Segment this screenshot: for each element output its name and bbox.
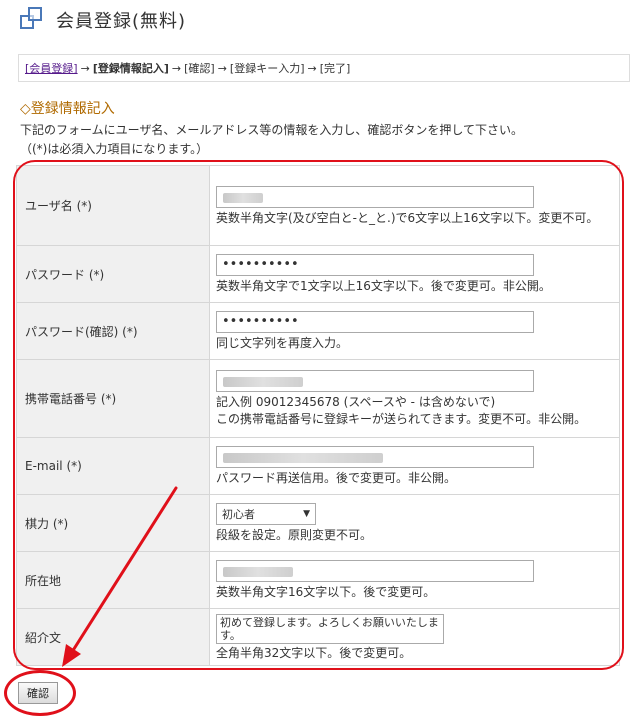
intro-textarea[interactable]: 初めて登録します。よろしくお願いいたします。 [216,613,444,644]
form-row-phone: 携帯電話番号 (*) 記入例 09012345678 (スペースや - は含めな… [16,359,620,438]
breadcrumb-register-link[interactable]: [会員登録] [25,60,78,76]
strength-label: 棋力 (*) [16,494,210,552]
section-title: ◇登録情報記入 [20,101,115,117]
strength-selected-value: 初心者 [222,507,255,521]
strength-select[interactable]: 初心者 ▼ [216,503,316,525]
form-row-strength: 棋力 (*) 初心者 ▼ 段級を設定。原則変更不可。 [16,494,620,552]
strength-help: 段級を設定。原則変更不可。 [216,528,373,542]
address-input[interactable] [216,560,534,582]
phone-label: 携帯電話番号 (*) [16,359,210,438]
breadcrumb-key-step: [登録キー入力] [229,62,305,75]
intro-help: 全角半角32文字以下。後で変更可。 [216,645,412,660]
overlapping-squares-icon [20,7,46,33]
breadcrumb: [会員登録] → [登録情報記入] → [確認] → [登録キー入力] → [完… [18,54,630,82]
phone-input[interactable] [216,370,534,392]
form-row-address: 所在地 英数半角文字16文字以下。後で変更可。 [16,551,620,609]
page-title: 会員登録(無料) [56,11,187,32]
email-label: E-mail (*) [16,437,210,495]
form-row-username: ユーザ名 (*) 英数半角文字(及び空白と-と_と.)で6文字以上16文字以下。… [16,165,620,246]
password-label: パスワード (*) [16,245,210,303]
phone-help-example: 記入例 09012345678 (スペースや - は含めないで) [216,395,496,409]
breadcrumb-arrow: → [80,61,90,75]
registration-form: ユーザ名 (*) 英数半角文字(及び空白と-と_と.)で6文字以上16文字以下。… [16,165,620,666]
breadcrumb-arrow: → [217,61,227,75]
page-header: 会員登録(無料) [20,5,186,35]
intro-text: 下記のフォームにユーザ名、メールアドレス等の情報を入力し、確認ボタンを押して下さ… [20,121,523,159]
username-label: ユーザ名 (*) [16,165,210,246]
breadcrumb-current-step: [登録情報記入] [92,62,169,75]
breadcrumb-confirm-step: [確認] [184,62,215,75]
username-input[interactable] [216,185,534,208]
address-label: 所在地 [16,551,210,609]
breadcrumb-complete-step: [完了] [319,62,351,75]
password-confirm-label: パスワード(確認) (*) [16,302,210,360]
confirm-button[interactable]: 確認 [18,682,58,704]
breadcrumb-arrow: → [171,61,182,75]
password-confirm-input[interactable]: •••••••••• [216,311,534,333]
intro-label: 紹介文 [16,608,210,666]
form-row-intro: 紹介文 初めて登録します。よろしくお願いいたします。 全角半角32文字以下。後で… [16,608,620,666]
address-help: 英数半角文字16文字以下。後で変更可。 [216,585,436,599]
email-input[interactable] [216,446,534,468]
password-confirm-help: 同じ文字列を再度入力。 [216,336,349,350]
form-row-password-confirm: パスワード(確認) (*) •••••••••• 同じ文字列を再度入力。 [16,302,620,360]
chevron-down-icon: ▼ [303,508,310,519]
password-help: 英数半角文字で1文字以上16文字以下。後で変更可。非公開。 [216,279,551,293]
password-input[interactable]: •••••••••• [216,254,534,276]
email-help: パスワード再送信用。後で変更可。非公開。 [216,471,457,485]
username-help: 英数半角文字(及び空白と-と_と.)で6文字以上16文字以下。変更不可。 [216,210,599,225]
intro-line-2: （(*)は必須入力項目になります。） [20,142,209,156]
form-row-email: E-mail (*) パスワード再送信用。後で変更可。非公開。 [16,437,620,495]
breadcrumb-arrow: → [307,61,317,75]
form-row-password: パスワード (*) •••••••••• 英数半角文字で1文字以上16文字以下。… [16,245,620,303]
intro-line-1: 下記のフォームにユーザ名、メールアドレス等の情報を入力し、確認ボタンを押して下さ… [20,123,524,137]
phone-help-note: この携帯電話番号に登録キーが送られてきます。変更不可。非公開。 [216,412,587,426]
